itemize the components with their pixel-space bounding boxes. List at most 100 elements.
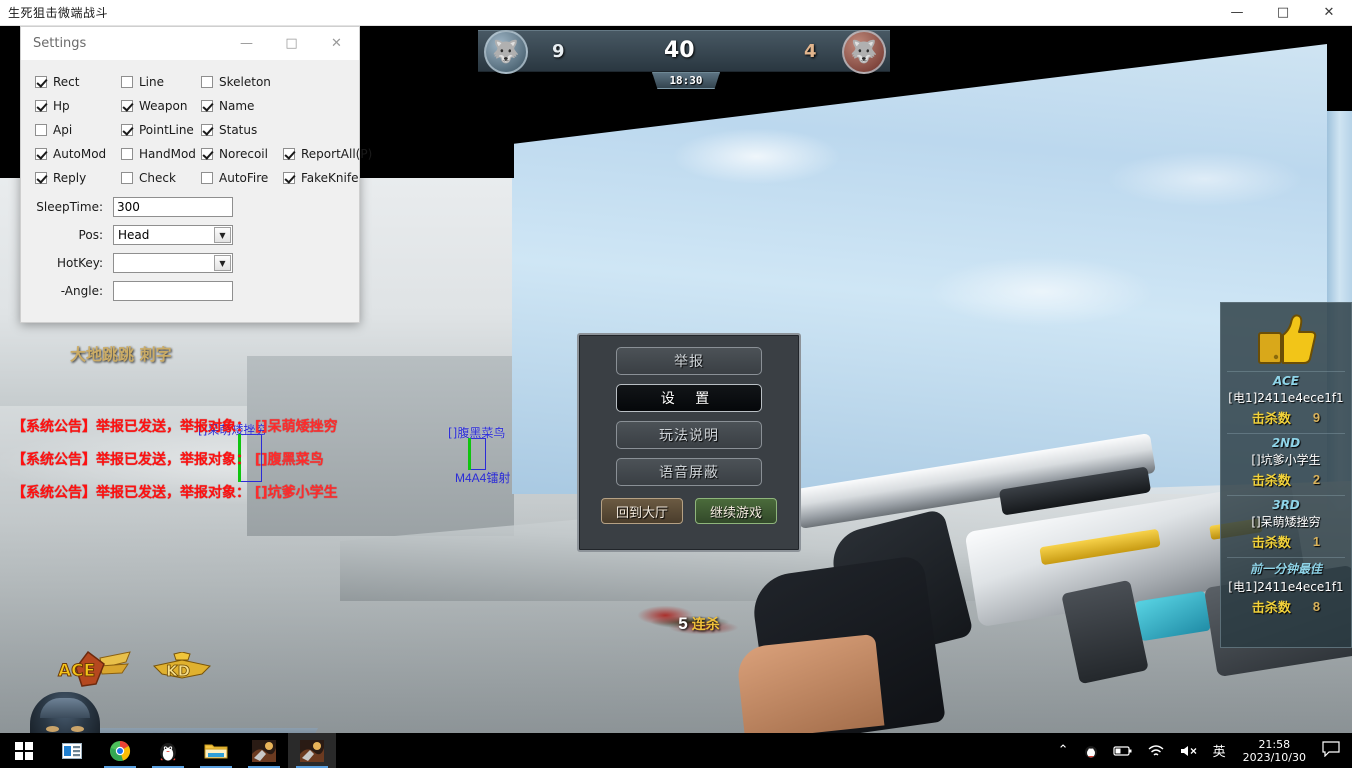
settings-body: Rect Line Skeleton Hp Weapon Name Api Po… [21,61,372,301]
checkbox-hp-box[interactable] [35,100,47,112]
windows-logo-icon [15,741,33,760]
checkbox-weapon-box[interactable] [121,100,133,112]
svg-text:KD: KD [166,662,190,680]
chevron-up-icon[interactable]: ⌃ [1051,733,1076,768]
window-close-button[interactable]: ✕ [1306,0,1352,26]
settings-close-button[interactable]: ✕ [314,27,359,61]
angle-label: -Angle: [60,284,103,298]
checkbox-status[interactable]: Status [201,123,257,137]
checkbox-hp-label: Hp [53,99,70,113]
taskbar-qq-icon[interactable] [144,733,192,768]
checkbox-name[interactable]: Name [201,99,254,113]
chevron-down-icon[interactable]: ▼ [214,255,231,271]
kills-value: 1 [1312,534,1321,549]
window-controls: — □ ✕ [1214,0,1352,26]
settings-maximize-button[interactable]: □ [269,27,314,61]
checkbox-line-box[interactable] [121,76,133,88]
checkbox-automod[interactable]: AutoMod [35,147,106,161]
checkbox-reportall-box[interactable] [283,148,295,160]
start-button[interactable] [0,733,48,768]
pos-row: Pos: Head ▼ [35,225,347,245]
wifi-icon[interactable] [1140,733,1172,768]
checkbox-automod-box[interactable] [35,148,47,160]
pause-menu-item-settings[interactable]: 设 置 [616,384,762,412]
angle-input[interactable] [113,281,233,301]
checkbox-weapon[interactable]: Weapon [121,99,187,113]
pause-menu-item-report[interactable]: 举报 [616,347,762,375]
return-to-lobby-button[interactable]: 回到大厅 [601,498,683,524]
taskbar-game-icon-2[interactable] [288,733,336,768]
system-message: 【系统公告】举报已发送，举报对象： []坑爹小学生 [12,482,338,502]
battery-icon[interactable] [1106,733,1140,768]
scoreboard-entry: 前一分钟最佳 [电1]2411e4ece1f1 击杀数 8 [1221,557,1351,616]
scoreboard-rank: 前一分钟最佳 [1227,557,1345,577]
system-message-target: []坑爹小学生 [254,485,338,501]
checkbox-pointline[interactable]: PointLine [121,123,194,137]
volume-muted-icon[interactable] [1172,733,1206,768]
settings-window[interactable]: Settings — □ ✕ Rect Line Skeleton Hp Wea… [20,26,372,323]
taskbar-clock[interactable]: 21:58 2023/10/30 [1233,738,1316,764]
kills-label: 击杀数 [1251,411,1291,426]
tray-app-icon[interactable] [1076,733,1106,768]
checkbox-handmod[interactable]: HandMod [121,147,196,161]
team-emblem-red: 🐺 [842,30,886,74]
checkbox-fakeknife-box[interactable] [283,172,295,184]
checkbox-api-box[interactable] [35,124,47,136]
sleeptime-input[interactable] [113,197,233,217]
window-maximize-button[interactable]: □ [1260,0,1306,26]
task-view-icon [62,742,82,759]
score-team-blue: 9 [552,41,565,62]
pause-menu-actions: 回到大厅 继续游戏 [595,498,783,524]
checkbox-name-label: Name [219,99,255,113]
checkbox-fakeknife[interactable]: FakeKnife [283,171,358,185]
ime-indicator[interactable]: 英 [1206,733,1233,768]
checkbox-rect-box[interactable] [35,76,47,88]
pause-menu-item-voice-mute[interactable]: 语音屏蔽 [616,458,762,486]
checkbox-name-box[interactable] [201,100,213,112]
checkbox-autofire-box[interactable] [201,172,213,184]
checkbox-autofire[interactable]: AutoFire [201,171,268,185]
checkbox-norecoil[interactable]: Norecoil [201,147,268,161]
checkbox-api[interactable]: Api [35,123,72,137]
scoreboard-rank: 3RD [1227,495,1345,512]
taskbar-file-explorer-icon[interactable] [192,733,240,768]
settings-titlebar[interactable]: Settings — □ ✕ [21,27,359,61]
checkbox-norecoil-box[interactable] [201,148,213,160]
resume-game-button[interactable]: 继续游戏 [695,498,777,524]
checkbox-pointline-label: PointLine [139,123,194,137]
settings-checkbox-grid: Rect Line Skeleton Hp Weapon Name Api Po… [35,75,372,185]
esp-hp-bar-2 [468,438,471,470]
checkbox-handmod-label: HandMod [139,147,196,161]
checkbox-check-box[interactable] [121,172,133,184]
task-view-button[interactable] [48,733,96,768]
esp-box-2 [470,438,486,470]
pos-select[interactable]: Head ▼ [113,225,233,245]
scoreboard-player-name: []呆萌矮挫穷 [1251,515,1321,529]
settings-minimize-button[interactable]: — [224,27,269,61]
checkbox-api-label: Api [53,123,73,137]
checkbox-status-box[interactable] [201,124,213,136]
checkbox-line[interactable]: Line [121,75,164,89]
pause-menu[interactable]: 举报 设 置 玩法说明 语音屏蔽 回到大厅 继续游戏 [577,333,801,552]
checkbox-skeleton[interactable]: Skeleton [201,75,271,89]
pause-menu-item-howtoplay[interactable]: 玩法说明 [616,421,762,449]
checkbox-pointline-box[interactable] [121,124,133,136]
taskbar-game-icon-1[interactable] [240,733,288,768]
chevron-down-icon[interactable]: ▼ [214,227,231,243]
checkbox-reportall[interactable]: ReportAll(P) [283,147,372,161]
scoreboard-entry: ACE [电1]2411e4ece1f1 击杀数 9 [1221,371,1351,427]
checkbox-handmod-box[interactable] [121,148,133,160]
hotkey-select[interactable]: ▼ [113,253,233,273]
checkbox-reply[interactable]: Reply [35,171,86,185]
system-message-prefix: 【系统公告】举报已发送，举报对象： [12,485,250,501]
taskbar-chrome-icon[interactable] [96,733,144,768]
checkbox-skeleton-box[interactable] [201,76,213,88]
checkbox-rect[interactable]: Rect [35,75,79,89]
action-center-icon[interactable] [1316,741,1352,760]
checkbox-check[interactable]: Check [121,171,176,185]
checkbox-reply-box[interactable] [35,172,47,184]
killstreak-count: 5 [678,614,688,633]
checkbox-hp[interactable]: Hp [35,99,70,113]
scoreboard-kills-row: 击杀数 1 [1221,532,1351,551]
window-minimize-button[interactable]: — [1214,0,1260,26]
